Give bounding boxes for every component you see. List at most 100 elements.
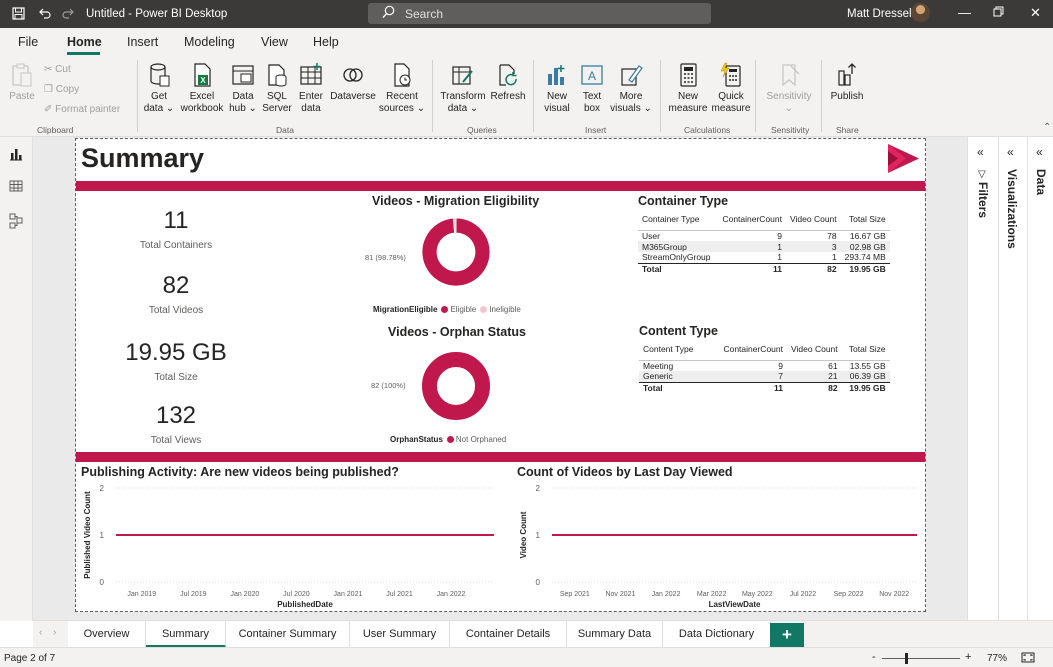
column-header[interactable]: Container Type	[638, 208, 716, 231]
sensitivity-button[interactable]: Sensitivity ⌄	[762, 62, 816, 115]
enter-data-button[interactable]: Enter data	[296, 62, 326, 115]
model-view-icon[interactable]	[9, 213, 23, 232]
column-header[interactable]: Video Count	[786, 208, 841, 231]
menu-file[interactable]: File	[18, 35, 38, 49]
more-visuals-button[interactable]: More visuals ⌄	[609, 62, 653, 115]
paste-button[interactable]: Paste	[8, 62, 36, 103]
tab-overview[interactable]: Overview	[68, 621, 146, 648]
page-indicator: Page 2 of 7	[4, 653, 56, 664]
table-cell: StreamOnlyGroup	[642, 252, 711, 263]
publish-button[interactable]: Publish	[826, 62, 868, 103]
visual-title: Publishing Activity: Are new videos bein…	[81, 465, 399, 479]
legend-item[interactable]: Eligible	[450, 305, 476, 314]
column-header[interactable]: ContainerCount	[716, 208, 786, 231]
excel-workbook-button[interactable]: X Excel workbook	[178, 62, 226, 115]
data-hub-button[interactable]: Data hub ⌄	[227, 62, 259, 115]
collapse-visualizations-icon[interactable]: «	[1007, 145, 1014, 159]
report-page[interactable]: Summary 11 Total Containers 82 Total Vid…	[75, 138, 926, 612]
paste-label: Paste	[9, 91, 35, 102]
transform-data-button[interactable]: Transform data ⌄	[438, 62, 488, 115]
menu-insert[interactable]: Insert	[127, 35, 158, 49]
column-header[interactable]: Content Type	[639, 338, 717, 361]
column-header[interactable]: Total Size	[841, 338, 890, 361]
search-icon	[382, 5, 395, 22]
restore-icon[interactable]	[993, 5, 1004, 20]
collapse-filters-icon[interactable]: «	[977, 145, 984, 159]
table-cell: M365Group	[638, 241, 716, 252]
svg-text:A: A	[588, 69, 596, 83]
sql-server-button[interactable]: SQL Server	[260, 62, 294, 115]
zoom-out-icon[interactable]: -	[872, 651, 876, 663]
zoom-slider-thumb[interactable]	[905, 653, 908, 664]
data-pane[interactable]: « Data	[1027, 137, 1053, 621]
format-painter-button[interactable]: ✐ Format painter	[44, 104, 120, 115]
publish-label: Publish	[830, 91, 864, 102]
new-measure-button[interactable]: New measure	[665, 62, 711, 115]
text-box-button[interactable]: A Text box	[576, 62, 608, 115]
publish-icon	[838, 63, 856, 86]
column-header[interactable]: ContainerCount	[717, 338, 787, 361]
copy-button[interactable]: ❐ Copy	[44, 84, 79, 95]
tab-data-dictionary[interactable]: Data Dictionary	[663, 621, 771, 648]
save-icon[interactable]	[12, 7, 25, 23]
x-tick-label: Nov 2022	[879, 591, 909, 598]
report-view-icon[interactable]	[9, 147, 23, 164]
get-data-button[interactable]: Get data ⌄	[142, 62, 176, 115]
kpi-value: 11	[163, 207, 189, 234]
user-name[interactable]: Matt Dressel	[847, 8, 912, 20]
recent-label-2: sources ⌄	[378, 103, 426, 114]
redo-icon[interactable]	[62, 7, 75, 23]
search-input[interactable]: Search	[368, 3, 711, 24]
fit-to-page-icon[interactable]	[1021, 651, 1035, 667]
table-cell: 19.95 GB	[840, 262, 890, 274]
avatar[interactable]	[911, 3, 930, 22]
format-painter-label: Format painter	[55, 104, 121, 115]
tab-user-summary[interactable]: User Summary	[350, 621, 450, 648]
menu-view[interactable]: View	[261, 35, 288, 49]
visualizations-pane[interactable]: « Visualizations	[998, 137, 1027, 621]
table-row[interactable]: User 9 78 16.67 GB	[638, 230, 890, 241]
tab-scroll-right-icon[interactable]: ›	[53, 627, 56, 638]
filters-pane[interactable]: « ▽ Filters	[967, 137, 998, 621]
table-row[interactable]: Generic 7 21 06.39 GB	[639, 371, 890, 382]
column-header[interactable]: Total Size	[840, 208, 890, 231]
legend-item[interactable]: Ineligible	[489, 305, 521, 314]
table-view-icon[interactable]	[9, 179, 23, 196]
tab-summary[interactable]: Summary	[146, 621, 226, 648]
tab-container-summary[interactable]: Container Summary	[226, 621, 350, 648]
refresh-button[interactable]: Refresh	[489, 62, 527, 103]
ribbon-collapse-icon[interactable]: ⌃	[1043, 122, 1051, 133]
ribbon-separator	[432, 60, 433, 132]
donut-slice-not-orphaned[interactable]	[422, 352, 490, 420]
menu-home[interactable]: Home	[67, 35, 102, 49]
recent-sources-button[interactable]: Recent sources ⌄	[378, 62, 426, 115]
table-cell: Total	[639, 381, 717, 393]
close-icon[interactable]: ✕	[1030, 5, 1041, 21]
table-row[interactable]: StreamOnlyGroup 1 1 293.74 MB	[638, 252, 890, 263]
menu-help[interactable]: Help	[313, 35, 339, 49]
tab-summary-data[interactable]: Summary Data	[567, 621, 663, 648]
orphan-donut	[422, 352, 490, 420]
column-header[interactable]: Video Count	[787, 338, 842, 361]
undo-icon[interactable]	[38, 7, 51, 23]
add-page-button[interactable]: +	[770, 623, 804, 647]
minimize-icon[interactable]: —	[958, 5, 971, 20]
table-row[interactable]: M365Group 1 3 02.98 GB	[638, 241, 890, 252]
visual-title: Videos - Migration Eligibility	[372, 194, 540, 208]
menu-modeling[interactable]: Modeling	[184, 35, 235, 49]
x-tick-label: Jan 2020	[230, 591, 259, 598]
dataverse-button[interactable]: Dataverse	[329, 62, 377, 103]
collapse-data-icon[interactable]: «	[1036, 145, 1043, 159]
tab-scroll-left-icon[interactable]: ‹	[39, 627, 42, 638]
cut-button[interactable]: ✂ Cut	[44, 64, 71, 75]
quick-measure-button[interactable]: Quick measure	[711, 62, 751, 115]
header-divider	[76, 181, 925, 191]
zoom-slider[interactable]	[882, 658, 960, 659]
new-visual-button[interactable]: New visual	[540, 62, 574, 115]
view-switcher	[0, 137, 33, 621]
tab-container-details[interactable]: Container Details	[450, 621, 567, 648]
table-total-row: Total 11 82 19.95 GB	[638, 262, 890, 274]
table-row[interactable]: Meeting 9 61 13.55 GB	[639, 360, 890, 371]
legend-item[interactable]: Not Orphaned	[456, 435, 506, 444]
zoom-in-icon[interactable]: +	[965, 651, 971, 663]
